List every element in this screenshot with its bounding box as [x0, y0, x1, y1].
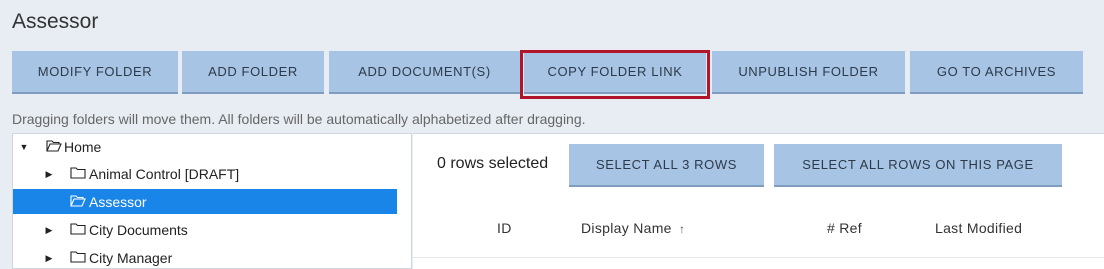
column-header-last-modified[interactable]: Last Modified — [935, 220, 1022, 236]
page-title: Assessor — [12, 10, 99, 33]
add-folder-button[interactable]: ADD FOLDER — [182, 51, 324, 94]
drag-hint: Dragging folders will move them. All fol… — [12, 111, 586, 127]
caret-right-icon[interactable]: ▶ — [44, 253, 54, 263]
tree-item-assessor[interactable]: Assessor — [13, 189, 397, 214]
folder-open-icon — [46, 140, 62, 152]
tree-item-home[interactable]: ▼ Home — [13, 134, 397, 159]
tree-item-city-documents[interactable]: ▶ City Documents — [13, 217, 397, 242]
tree-item-label: City Manager — [89, 249, 173, 266]
copy-folder-link-highlight — [520, 50, 710, 99]
tree-item-label: Home — [64, 138, 102, 155]
column-header-id[interactable]: ID — [497, 220, 512, 236]
rows-selected-count: 0 rows selected — [437, 155, 549, 172]
header-divider — [413, 257, 1104, 258]
documents-grid: 0 rows selected SELECT ALL 3 ROWS SELECT… — [413, 133, 1104, 269]
go-to-archives-button[interactable]: GO TO ARCHIVES — [910, 51, 1083, 94]
unpublish-folder-button[interactable]: UNPUBLISH FOLDER — [712, 51, 905, 94]
tree-item-label: Animal Control [DRAFT] — [89, 165, 240, 182]
column-header-display-name[interactable]: Display Name ↑ — [581, 220, 685, 236]
caret-right-icon[interactable]: ▶ — [44, 169, 54, 179]
add-documents-button[interactable]: ADD DOCUMENT(S) — [329, 51, 520, 94]
folder-tree: ▼ Home ▶ Animal Control [DRAFT] Assessor… — [12, 133, 412, 269]
sort-ascending-icon: ↑ — [678, 222, 686, 236]
column-header-label: Display Name — [581, 220, 672, 236]
tree-item-label: Assessor — [89, 193, 147, 210]
folder-icon — [70, 167, 86, 179]
column-header-ref[interactable]: # Ref — [827, 220, 862, 236]
folder-icon — [70, 251, 86, 263]
caret-right-icon[interactable]: ▶ — [44, 225, 54, 235]
select-all-rows-button[interactable]: SELECT ALL 3 ROWS — [569, 144, 764, 187]
folder-open-icon — [70, 195, 86, 207]
tree-item-animal-control[interactable]: ▶ Animal Control [DRAFT] — [13, 161, 397, 186]
select-all-on-page-button[interactable]: SELECT ALL ROWS ON THIS PAGE — [774, 144, 1062, 187]
tree-item-city-manager[interactable]: ▶ City Manager — [13, 245, 397, 268]
modify-folder-button[interactable]: MODIFY FOLDER — [12, 51, 178, 94]
tree-item-label: City Documents — [89, 221, 188, 238]
folder-icon — [70, 223, 86, 235]
caret-down-icon[interactable]: ▼ — [19, 142, 29, 152]
